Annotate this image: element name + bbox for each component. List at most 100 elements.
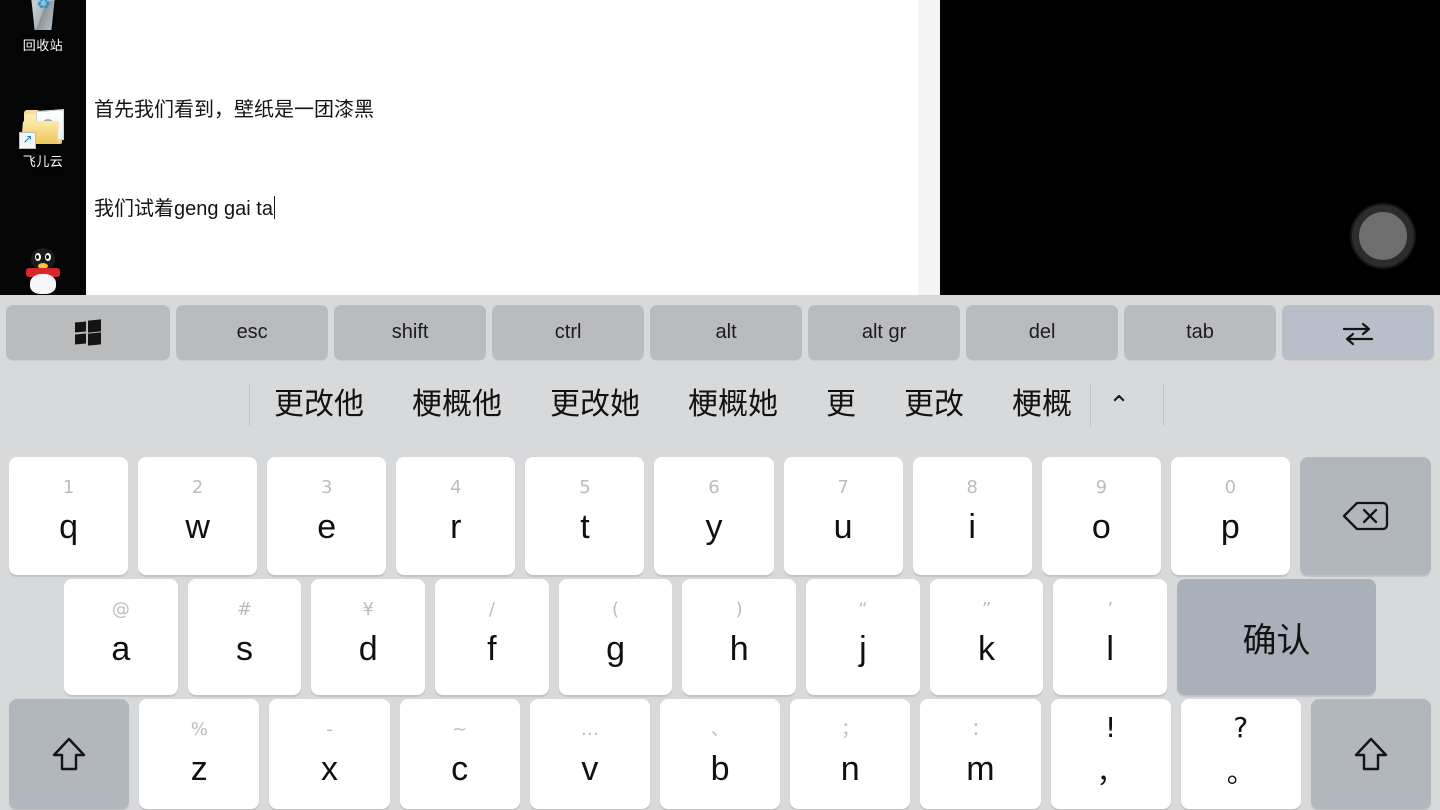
key-switch-layout[interactable] (1282, 305, 1435, 360)
folder-shortcut-icon: ↗ (19, 108, 67, 152)
key-j[interactable]: “ j (806, 579, 920, 695)
shift-arrow-icon (52, 737, 86, 771)
key-m[interactable]: ： m (920, 699, 1041, 809)
swap-arrows-icon (1342, 322, 1374, 345)
key-main-label: a (111, 630, 131, 668)
desktop-icon-feieryun[interactable]: ↗ 飞儿云 (0, 108, 86, 169)
key-l[interactable]: ’ l (1053, 579, 1168, 695)
key-main-label: w (185, 508, 210, 546)
desktop-icon-qq[interactable] (0, 248, 86, 294)
key-b[interactable]: 、 b (659, 699, 781, 809)
key-sub-label: ( (612, 599, 620, 620)
key-del[interactable]: del (966, 305, 1119, 360)
key-windows[interactable] (6, 305, 171, 360)
key-sub-label: 1 (62, 477, 75, 498)
key-g[interactable]: ( g (558, 579, 673, 695)
editor-right-gutter (918, 0, 940, 295)
key-label: alt (715, 321, 737, 343)
key-v[interactable]: … v (529, 699, 650, 809)
key-sub-label: / (488, 599, 495, 620)
key-a[interactable]: @ a (64, 579, 178, 695)
key-sub-label: ~ (452, 719, 468, 740)
key-s[interactable]: # s (187, 579, 302, 695)
chevron-up-icon[interactable]: ⌃ (1091, 392, 1147, 418)
editor-line-1: 首先我们看到，壁纸是一团漆黑 (94, 99, 374, 121)
recycle-bin-icon: ♻ (19, 0, 67, 36)
key-sub-label: ’ (1107, 599, 1114, 620)
key-f[interactable]: / f (435, 579, 549, 695)
candidate-item[interactable]: 梗概他 (412, 386, 502, 424)
desktop-icon-recycle-bin[interactable]: ♻ 回收站 (0, 0, 86, 53)
key-u[interactable]: 7 u (783, 457, 903, 575)
key-o[interactable]: 9 o (1041, 457, 1161, 575)
key-main-label: p (1220, 508, 1240, 546)
assistive-touch-circle-icon[interactable] (1352, 205, 1414, 267)
key-h[interactable]: ) h (682, 579, 797, 695)
key-k[interactable]: ” k (929, 579, 1044, 695)
shift-arrow-icon (1354, 737, 1388, 771)
key-sub-label: 5 (579, 477, 591, 498)
key-main-label: n (840, 750, 860, 788)
candidate-item[interactable]: 更改她 (550, 386, 640, 424)
candidate-item[interactable]: 梗概 (1012, 386, 1072, 424)
key-c[interactable]: ~ c (399, 699, 520, 809)
key-d[interactable]: ¥ d (311, 579, 426, 695)
key-esc[interactable]: esc (176, 305, 329, 360)
key-shift-fn[interactable]: shift (334, 305, 487, 360)
key-main-label: i (968, 508, 976, 546)
key-q[interactable]: 1 q (9, 457, 129, 575)
key-comma-exclamation[interactable]: ! ， (1050, 699, 1171, 809)
key-main-label: j (859, 630, 867, 668)
key-e[interactable]: 3 e (267, 457, 387, 575)
candidate-list: 更改他 梗概他 更改她 梗概她 更 更改 梗概 (250, 386, 1090, 424)
key-tab[interactable]: tab (1124, 305, 1277, 360)
key-x[interactable]: - x (269, 699, 390, 809)
key-r[interactable]: 4 r (396, 457, 516, 575)
candidate-item[interactable]: 更 (826, 386, 856, 424)
text-editor-window[interactable]: 首先我们看到，壁纸是一团漆黑 我们试着geng gai ta (86, 0, 919, 295)
editor-text-content[interactable]: 首先我们看到，壁纸是一团漆黑 我们试着geng gai ta (94, 28, 906, 292)
key-backspace[interactable] (1299, 457, 1431, 575)
key-sub-label: ? (1233, 711, 1249, 744)
editor-line-2: 我们试着geng gai ta (94, 193, 906, 226)
key-sub-label: ： (971, 719, 990, 740)
key-alt[interactable]: alt (650, 305, 803, 360)
key-sub-label: ； (841, 719, 860, 740)
key-label: ctrl (554, 321, 582, 343)
key-main-label: u (833, 508, 853, 546)
candidate-item[interactable]: 更改 (904, 386, 964, 424)
key-p[interactable]: 0 p (1170, 457, 1290, 575)
ime-keyboard: esc shift ctrl alt alt gr del tab 更改他 梗概… (0, 295, 1440, 810)
key-i[interactable]: 8 i (912, 457, 1032, 575)
key-label: shift (391, 321, 429, 343)
key-t[interactable]: 5 t (525, 457, 645, 575)
key-period-question[interactable]: ? 。 (1180, 699, 1301, 809)
qq-penguin-icon (19, 248, 67, 294)
candidate-item[interactable]: 梗概她 (688, 386, 778, 424)
key-z[interactable]: % z (139, 699, 260, 809)
key-alt-gr[interactable]: alt gr (808, 305, 961, 360)
key-shift-left[interactable] (9, 699, 130, 809)
key-main-label: v (581, 750, 599, 788)
desktop-icon-label: 飞儿云 (22, 154, 64, 169)
key-w[interactable]: 2 w (138, 457, 258, 575)
editor-line-2-text: 我们试着geng gai ta (94, 198, 273, 220)
keyboard-row-2: @ a # s ¥ d / f ( g ) h “ j ” k ’ l 确认 (0, 579, 1440, 695)
key-main-label: d (358, 630, 378, 668)
key-shift-right[interactable] (1310, 699, 1432, 809)
key-sub-label: 2 (191, 477, 204, 498)
key-y[interactable]: 6 y (654, 457, 774, 575)
key-ctrl[interactable]: ctrl (492, 305, 645, 360)
screen-root: ♻ 回收站 ↗ 飞儿云 首先我们看到，壁纸是一团漆黑 我们试着geng gai … (0, 0, 1440, 810)
key-sub-label: ” (981, 599, 992, 620)
key-main-label: q (59, 508, 78, 546)
candidate-item[interactable]: 更改他 (274, 386, 364, 424)
key-sub-label: ! (1104, 711, 1117, 744)
key-confirm[interactable]: 确认 (1177, 579, 1376, 695)
key-n[interactable]: ； n (790, 699, 911, 809)
key-main-label: b (710, 750, 730, 788)
backspace-icon (1343, 501, 1389, 531)
key-sub-label: 6 (708, 477, 720, 498)
key-sub-label: 7 (837, 477, 849, 498)
key-main-label: s (236, 630, 253, 668)
